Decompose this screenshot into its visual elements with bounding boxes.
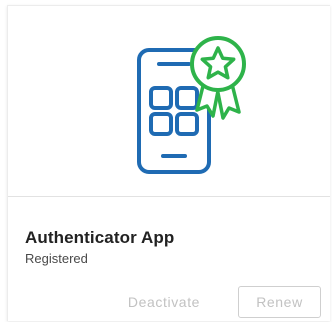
- authenticator-phone-award-icon: [137, 36, 246, 174]
- registration-status: Registered: [25, 251, 88, 266]
- card-illustration: [8, 6, 330, 197]
- card-title: Authenticator App: [25, 228, 175, 247]
- authenticator-app-card: Authenticator App Registered Deactivate …: [7, 5, 330, 321]
- renew-button[interactable]: Renew: [238, 286, 321, 318]
- deactivate-button[interactable]: Deactivate: [114, 286, 214, 318]
